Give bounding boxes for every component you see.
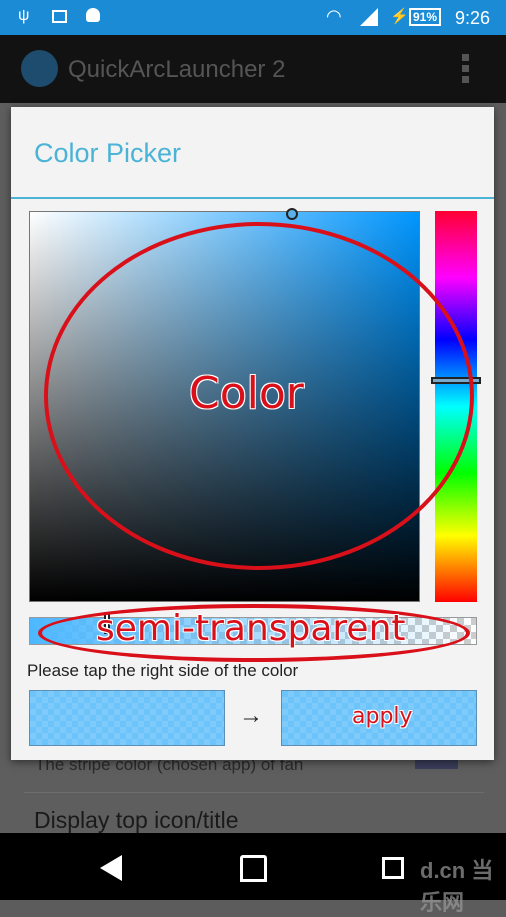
charging-icon: ⚡ xyxy=(390,8,409,25)
battery-indicator: 91% xyxy=(409,8,442,26)
arrow-icon: → xyxy=(239,702,263,729)
dialog-title: Color Picker xyxy=(34,138,182,168)
navigation-bar: d.cn 当乐网 xyxy=(0,833,506,915)
annotation-color-label: Color xyxy=(189,368,304,419)
app-logo-icon xyxy=(21,50,58,87)
android-icon xyxy=(86,8,100,22)
color-selector-handle[interactable] xyxy=(286,208,298,220)
app-bar: QuickArcLauncher 2 xyxy=(0,35,506,103)
image-icon xyxy=(52,10,67,23)
recents-icon[interactable] xyxy=(382,857,404,879)
back-icon[interactable] xyxy=(100,855,122,881)
title-divider xyxy=(11,197,494,199)
home-icon[interactable] xyxy=(240,855,267,882)
status-bar: ψ ◠ ⚡ 91% 9:26 xyxy=(0,0,506,35)
hint-text: Please tap the right side of the color xyxy=(27,661,299,680)
signal-icon xyxy=(360,8,378,26)
usb-icon: ψ xyxy=(18,7,30,24)
old-color-preview xyxy=(29,690,225,746)
annotation-apply-label: apply xyxy=(352,704,413,729)
overflow-menu-icon[interactable] xyxy=(462,54,469,84)
setting-title[interactable]: Display top icon/title xyxy=(34,807,239,834)
wifi-icon: ◠ xyxy=(326,6,342,26)
app-title: QuickArcLauncher 2 xyxy=(68,56,286,83)
clock: 9:26 xyxy=(455,8,491,28)
watermark: d.cn 当乐网 xyxy=(420,858,494,915)
annotation-alpha-label: semi-transparent xyxy=(96,608,406,649)
divider xyxy=(24,792,484,793)
